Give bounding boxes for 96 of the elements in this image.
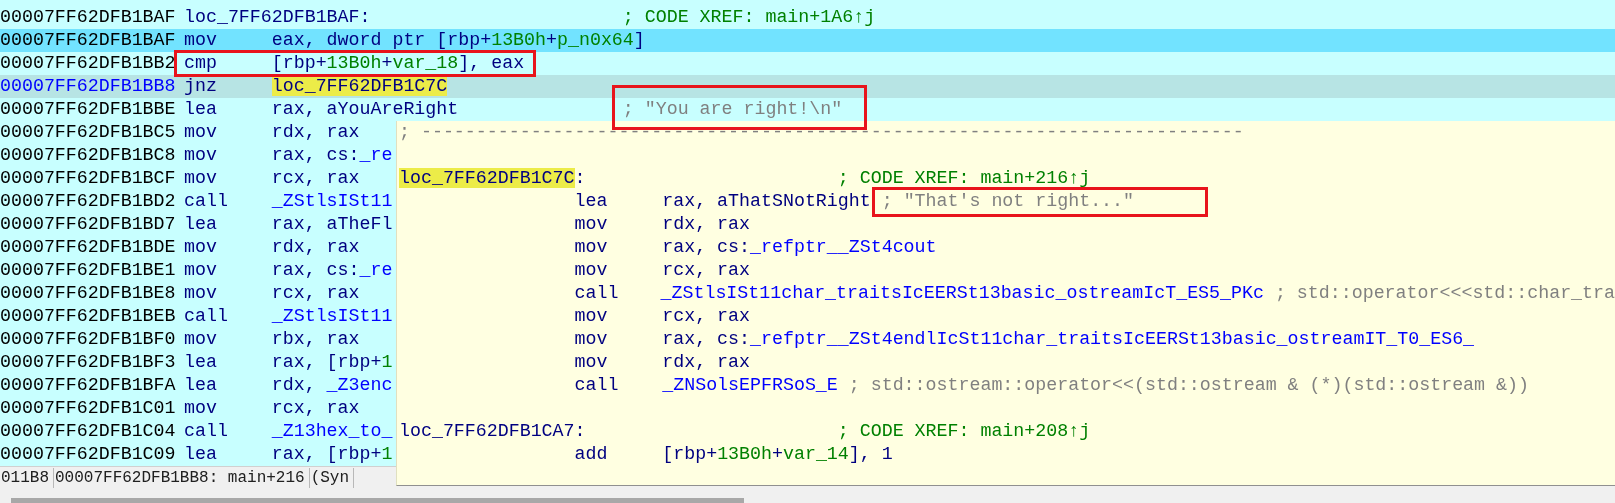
separator-comment: ; --------------------------------------------------------------------------- [399,124,1244,141]
comment: ; CODE XREF: main+1A6↑j [622,9,876,26]
mnemonic: cmp [184,55,218,72]
mnemonic: call [184,193,229,210]
address: 00007FF62DFB1BAF [0,29,177,52]
mnemonic: mov [184,262,218,279]
address: 00007FF62DFB1C01 [0,397,177,420]
listing-row[interactable]: 00007FF62DFB1BB2 cmp [rbp+13B0h+var_18], eax [0,52,1615,75]
mnemonic: mov [574,216,609,233]
comment: ; "You are right!\n" [622,101,843,118]
mnemonic: mov [184,285,218,302]
operand: rax, [rbp+1 [271,446,393,463]
mnemonic: mov [184,331,218,348]
mnemonic: lea [184,446,218,463]
listing-row[interactable]: 00007FF62DFB1BB8 jnz loc_7FF62DFB1C7C [0,75,1615,98]
operand: _ZStlsISt11 [271,308,393,325]
operand: _ZNSolsEPFRSoS_E [662,377,838,394]
mnemonic: mov [184,124,218,141]
operand: rdx, rax [271,124,360,141]
mnemonic: mov [184,147,218,164]
operand: loc_7FF62DFB1C7C [271,78,448,95]
operand: rax, cs:_refptr__ZSt4endlIcSt11char_traitsIcEERSt13basic_ostreamIT_T0_ES6_ [662,331,1475,348]
mnemonic: call [184,308,229,325]
listing-row[interactable]: 00007FF62DFB1BAF mov eax, dword ptr [rbp+13B0h+p_n0x64] [0,29,1615,52]
operand: rdx, rax [271,239,360,256]
status-text: 00007FF62DFB1BB8: main+216 [54,468,310,488]
operand: rax, aTheFl [271,216,393,233]
mnemonic: mov [574,331,609,348]
address: 00007FF62DFB1BDE [0,236,177,259]
address: 00007FF62DFB1BC8 [0,144,177,167]
mnemonic: lea [184,101,218,118]
address: 00007FF62DFB1BE1 [0,259,177,282]
address: 00007FF62DFB1BD2 [0,190,177,213]
address: 00007FF62DFB1BE8 [0,282,177,305]
operand: _ZStlsISt11char_traitsIcEERSt13basic_ostreamIcT_ES5_PKc [660,285,1264,302]
address: 00007FF62DFB1BB2 [0,52,177,75]
address: 00007FF62DFB1BCF [0,167,177,190]
address: 00007FF62DFB1BF0 [0,328,177,351]
mnemonic: lea [184,216,218,233]
operand: rcx, rax [271,170,360,187]
address: 00007FF62DFB1BD7 [0,213,177,236]
listing-row[interactable]: 00007FF62DFB1BBE lea rax, aYouAreRight ; "You are right!\n" [0,98,1615,121]
mnemonic: mov [574,308,609,325]
operand: eax, dword ptr [rbp+13B0h+p_n0x64] [271,32,645,49]
comment: ; CODE XREF: main+208↑j [837,423,1091,440]
operand: rcx, rax [662,308,751,325]
mnemonic: jnz [184,78,218,95]
operand: rdx, rax [662,354,751,371]
mnemonic: lea [184,377,218,394]
comment: ; CODE XREF: main+216↑j [837,170,1091,187]
status-text: (Syn [309,468,355,488]
mnemonic: call [574,377,620,394]
operand: rax, cs:_re [271,147,393,164]
code-label: loc_7FF62DFB1CA7: [399,423,586,440]
operand: rdx, _Z3enc [271,377,393,394]
operand: rax, [rbp+1 [271,354,393,371]
address: 00007FF62DFB1BC5 [0,121,177,144]
operand: rdx, rax [662,216,751,233]
mnemonic: lea [184,354,218,371]
operand: _ZStlsISt11 [271,193,393,210]
address: 00007FF62DFB1C04 [0,420,177,443]
mnemonic: mov [184,239,218,256]
operand: rax, aYouAreRight [271,101,459,118]
address: 00007FF62DFB1BFA [0,374,177,397]
mnemonic: mov [574,354,609,371]
listing-row[interactable]: 00007FF62DFB1BAF loc_7FF62DFB1BAF: ; CODE XREF: main+1A6↑j [0,6,1615,29]
comment: ; "That's not right..." [881,193,1134,210]
operand: _Z13hex_to_ [271,423,393,440]
operand: [rbp+13B0h+var_14], 1 [662,446,893,463]
operand: rbx, rax [271,331,360,348]
comment: ; std::ostream::operator<<(std::ostream & (*)(std::ostream &)) [848,377,1529,394]
mnemonic: mov [184,400,218,417]
mnemonic: add [574,446,609,463]
code-label: loc_7FF62DFB1BAF: [184,9,371,26]
comment: ; std::operator<<<std::char_tra [1274,285,1615,302]
mnemonic: call [574,285,620,302]
operand: rax, aThatSNotRight [662,193,871,210]
address: 00007FF62DFB1BF3 [0,351,177,374]
mnemonic: lea [574,193,609,210]
operand: rcx, rax [662,262,751,279]
mnemonic: mov [574,262,609,279]
mnemonic: mov [184,170,218,187]
operand: rcx, rax [271,400,360,417]
operand: [rbp+13B0h+var_18], eax [271,55,525,72]
address: 00007FF62DFB1C09 [0,443,177,466]
address: 00007FF62DFB1BAF [0,6,177,29]
operand: rcx, rax [271,285,360,302]
operand: rax, cs:_re [271,262,393,279]
mnemonic: mov [574,239,609,256]
mnemonic: mov [184,32,218,49]
status-text: 011B8 [0,468,54,488]
address: 00007FF62DFB1BB8 [0,75,177,98]
address: 00007FF62DFB1BEB [0,305,177,328]
operand: rax, cs:_refptr__ZSt4cout [662,239,937,256]
address: 00007FF62DFB1BBE [0,98,177,121]
mnemonic: call [184,423,229,440]
